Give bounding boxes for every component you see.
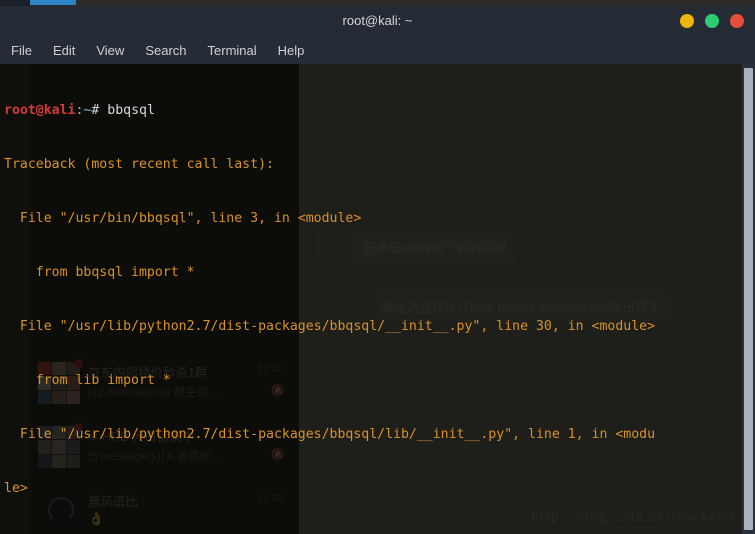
terminal-line: File "/usr/lib/python2.7/dist-packages/b… <box>4 319 656 334</box>
minimize-button[interactable] <box>680 14 694 28</box>
menu-edit[interactable]: Edit <box>53 43 75 58</box>
terminal-window: root@kali: ~ File Edit View Search Termi… <box>0 6 755 534</box>
menu-view[interactable]: View <box>96 43 124 58</box>
menu-terminal[interactable]: Terminal <box>208 43 257 58</box>
terminal-output: root@kali:~# bbqsql Traceback (most rece… <box>4 66 749 534</box>
prompt-path: :~ <box>75 103 92 118</box>
window-title: root@kali: ~ <box>342 13 413 28</box>
titlebar[interactable]: root@kali: ~ <box>0 6 755 36</box>
terminal-line: Traceback (most recent call last): <box>4 157 274 172</box>
terminal-line: from bbqsql import * <box>4 265 195 280</box>
terminal-body[interactable]: root@kali:~# bbqsql Traceback (most rece… <box>0 64 755 534</box>
scrollbar-thumb[interactable] <box>744 68 753 530</box>
command-text: bbqsql <box>107 103 155 118</box>
terminal-line: le> <box>4 481 28 496</box>
menu-search[interactable]: Search <box>145 43 186 58</box>
terminal-command-line: root@kali:~# bbqsql <box>4 102 749 120</box>
menu-file[interactable]: File <box>11 43 32 58</box>
prompt-user: root@kali <box>4 103 76 118</box>
prompt-symbol: # <box>91 103 108 118</box>
menubar: File Edit View Search Terminal Help <box>0 36 755 64</box>
terminal-line: from lib import * <box>4 373 171 388</box>
maximize-button[interactable] <box>705 14 719 28</box>
terminal-line: File "/usr/lib/python2.7/dist-packages/b… <box>4 427 656 442</box>
close-button[interactable] <box>730 14 744 28</box>
screenshot-root: 京东内部特价秒杀1群 [12 message(s)] 群主京… 11:32 🔕 … <box>0 0 755 534</box>
window-controls <box>680 14 744 28</box>
background-window-tab <box>30 0 76 5</box>
terminal-line: File "/usr/bin/bbqsql", line 3, in <modu… <box>4 211 362 226</box>
menu-help[interactable]: Help <box>278 43 305 58</box>
